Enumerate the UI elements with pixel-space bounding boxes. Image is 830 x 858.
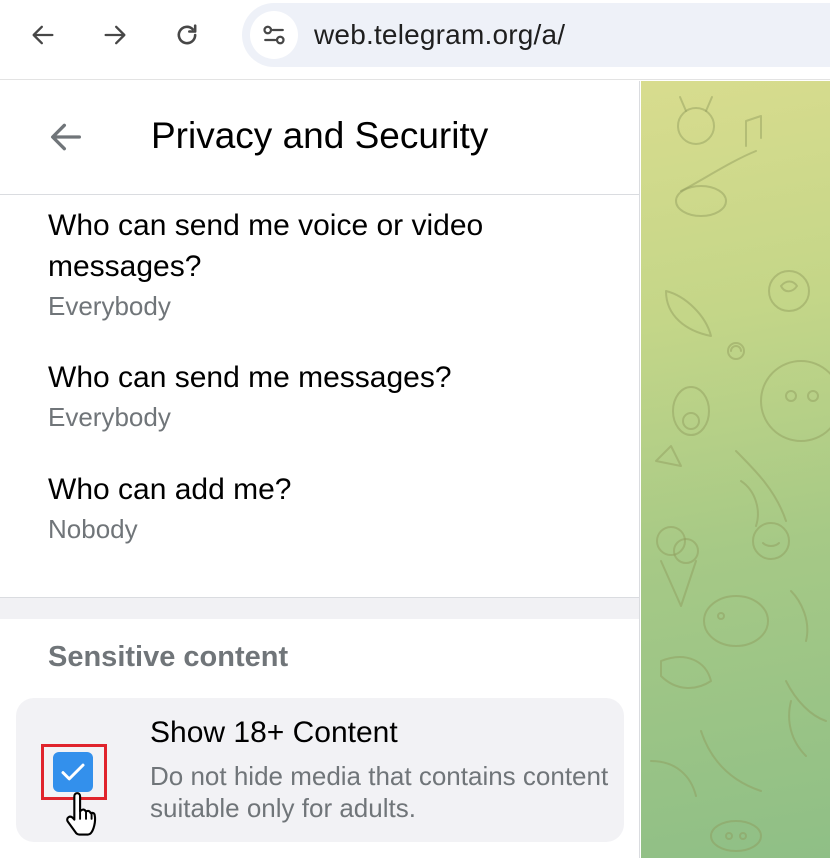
address-bar[interactable]: web.telegram.org/a/ bbox=[242, 3, 830, 67]
page-title: Privacy and Security bbox=[151, 115, 489, 156]
setting-label: Who can send me voice or video messages? bbox=[48, 209, 484, 283]
reload-icon bbox=[177, 24, 197, 45]
setting-value: Everybody bbox=[48, 291, 171, 321]
setting-label: Who can send me messages? bbox=[48, 361, 452, 394]
arrow-right-icon bbox=[104, 25, 126, 45]
setting-value: Nobody bbox=[48, 514, 138, 544]
option-description: Do not hide media that contains content … bbox=[150, 761, 609, 823]
url-text[interactable]: web.telegram.org/a/ bbox=[314, 19, 565, 51]
settings-panel: Privacy and Security Who can send me voi… bbox=[0, 81, 640, 858]
chat-background bbox=[641, 81, 830, 858]
browser-forward-button[interactable] bbox=[94, 14, 136, 56]
arrow-left-icon bbox=[32, 25, 54, 45]
browser-toolbar: web.telegram.org/a/ bbox=[0, 0, 830, 80]
show-18-content-option[interactable]: Show 18+ Content Do not hide media that … bbox=[16, 698, 624, 842]
section-divider bbox=[0, 597, 639, 619]
site-info-button[interactable] bbox=[250, 11, 298, 59]
setting-voice-messages[interactable]: Who can send me voice or video messages?… bbox=[48, 205, 608, 323]
section-title: Sensitive content bbox=[48, 641, 289, 673]
checkmark-icon bbox=[61, 763, 85, 781]
setting-value: Everybody bbox=[48, 402, 171, 432]
arrow-left-icon bbox=[51, 123, 82, 151]
tune-icon bbox=[263, 25, 285, 45]
back-button[interactable] bbox=[40, 111, 92, 163]
browser-back-button[interactable] bbox=[22, 14, 64, 56]
panel-header: Privacy and Security bbox=[0, 81, 639, 195]
hand-pointer-icon bbox=[66, 792, 97, 836]
option-title: Show 18+ Content bbox=[150, 716, 398, 749]
show-18-content-checkbox[interactable] bbox=[53, 752, 93, 792]
setting-messages[interactable]: Who can send me messages? Everybody bbox=[48, 357, 608, 434]
setting-add-me[interactable]: Who can add me? Nobody bbox=[48, 469, 608, 546]
browser-reload-button[interactable] bbox=[166, 14, 208, 56]
setting-label: Who can add me? bbox=[48, 473, 292, 506]
wallpaper-doodle-pattern bbox=[650, 96, 830, 852]
